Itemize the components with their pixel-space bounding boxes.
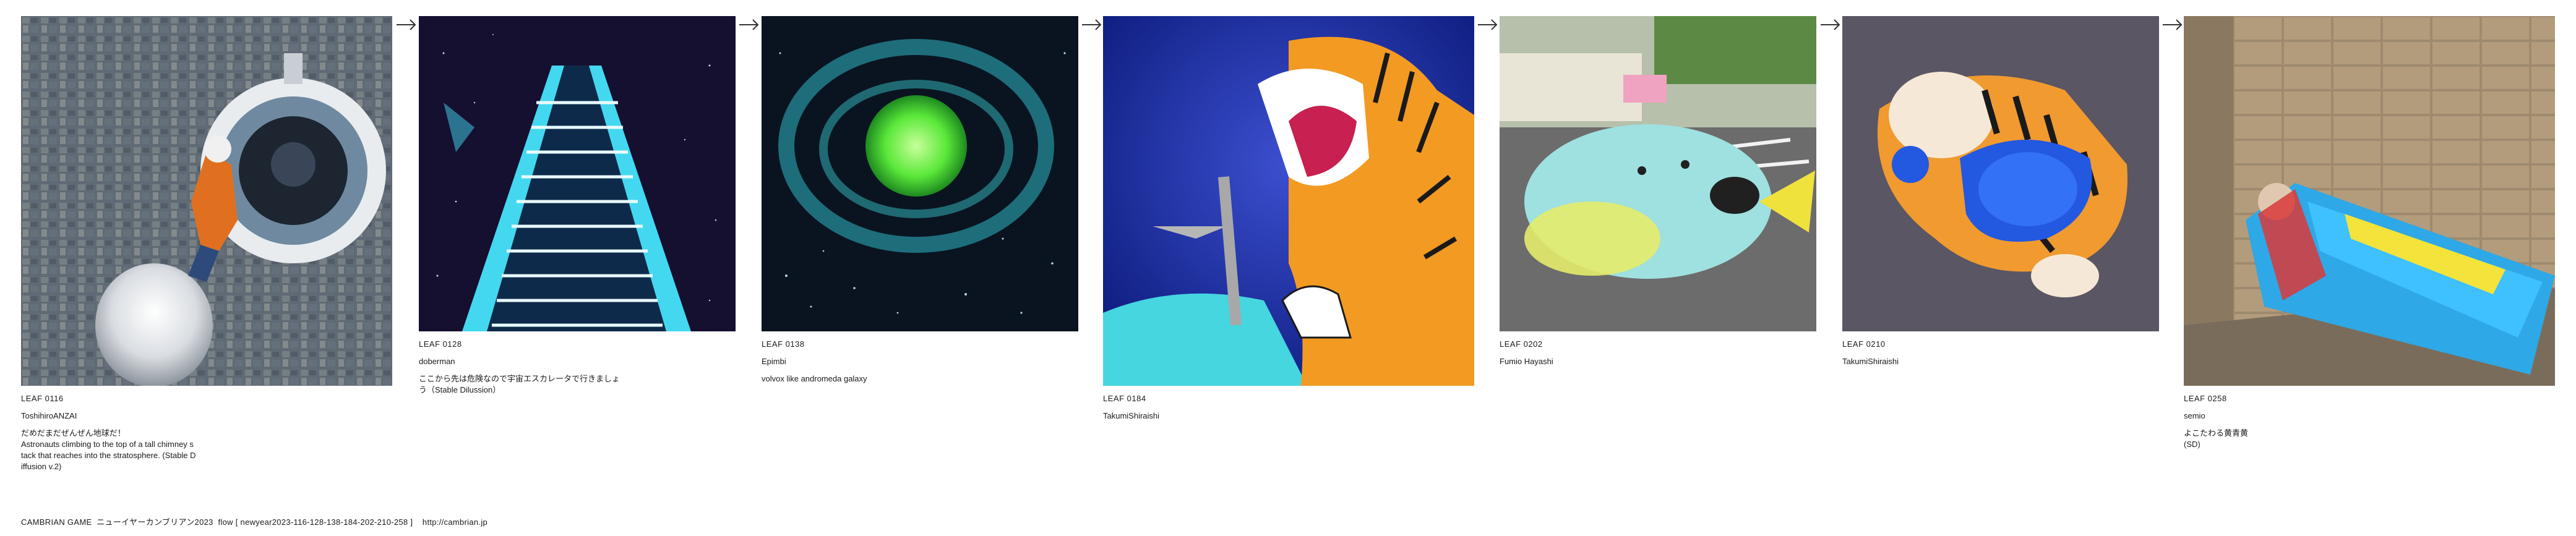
arrow-right-icon [2162,17,2184,32]
leaf-id: LEAF 0202 [1500,339,1543,349]
leaf-prompt: だめだまだぜんぜん地球だ！ Astronauts climbing to the… [21,428,196,471]
leaf-prompt: volvox like andromeda galaxy [762,374,867,383]
leaf-card-0202: LEAF 0202 Fumio Hayashi [1500,16,1816,373]
leaf-image-volvox-galaxy [762,16,1078,331]
arrow-right-icon [738,17,760,32]
leaf-card-0138: LEAF 0138 Epimbi volvox like andromeda g… [762,16,1078,385]
leaf-author[interactable]: Epimbi [762,356,1078,367]
leaf-id: LEAF 0258 [2184,394,2227,403]
leaf-image-astronaut-chimney [21,16,392,386]
leaf-card-0258: LEAF 0258 semio よこたわる黄青黄 (SD) [2184,16,2555,450]
leaf-card-0116: LEAF 0116 ToshihiroANZAI だめだまだぜんぜん地球だ！ A… [21,16,392,472]
leaf-image-space-escalator [419,16,736,331]
leaf-id: LEAF 0138 [762,339,805,349]
leaf-image-tiger-roar [1103,16,1474,386]
leaf-author[interactable]: Fumio Hayashi [1500,356,1816,367]
leaf-card-0210: LEAF 0210 TakumiShiraishi [1842,16,2159,373]
arrow-right-icon [1819,17,1842,32]
leaf-author[interactable]: semio [2184,411,2555,422]
leaf-image-lying-blue-yellow [2184,16,2555,386]
leaf-prompt: ここから先は危険なので宇宙エスカレータで行きましょ う（Stable Dilus… [419,374,620,394]
arrow-right-icon [395,17,418,32]
leaf-id: LEAF 0184 [1103,394,1146,403]
leaf-id: LEAF 0210 [1842,339,1886,349]
leaf-author[interactable]: TakumiShiraishi [1103,411,1474,422]
leaf-id: LEAF 0116 [21,394,64,403]
leaf-author[interactable]: doberman [419,356,736,367]
leaf-author[interactable]: TakumiShiraishi [1842,356,2159,367]
leaf-prompt: よこたわる黄青黄 (SD) [2184,428,2249,449]
leaf-id: LEAF 0128 [419,339,462,349]
leaf-author[interactable]: ToshihiroANZAI [21,411,392,422]
arrow-right-icon [1081,17,1103,32]
leaf-card-0184: LEAF 0184 TakumiShiraishi [1103,16,1474,428]
arrow-right-icon [1477,17,1499,32]
leaf-image-street-cushion [1500,16,1816,331]
leaf-card-0128: LEAF 0128 doberman ここから先は危険なので宇宙エスカレータで行… [419,16,736,396]
flow-footer: CAMBRIAN GAME ニューイヤーカンブリアン2023 flow [ ne… [21,517,488,527]
leaf-image-tiger-plush [1842,16,2159,331]
